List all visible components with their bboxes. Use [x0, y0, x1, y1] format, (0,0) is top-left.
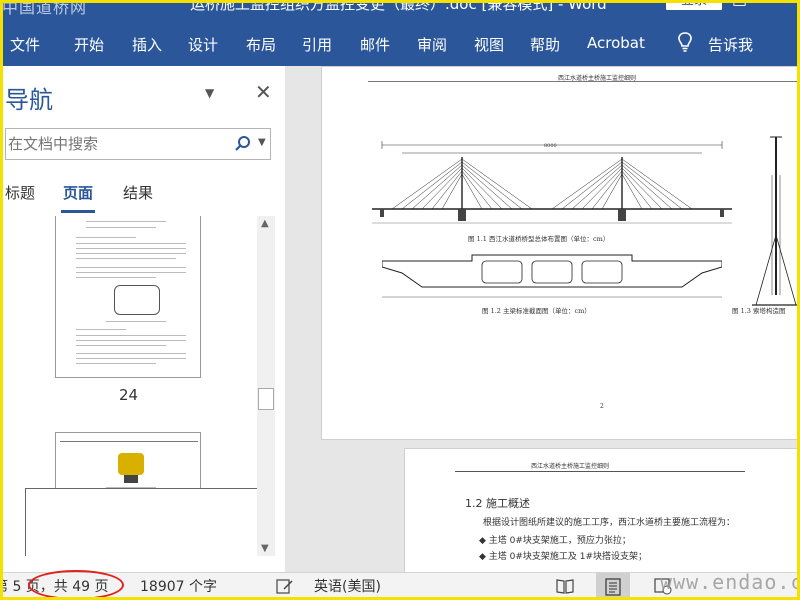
tab-acrobat[interactable]: Acrobat — [587, 34, 645, 52]
dimension-label: 8000 — [544, 143, 557, 149]
tab-help[interactable]: 帮助 — [530, 34, 560, 55]
sign-in-button[interactable]: 登录 — [666, 0, 722, 10]
search-options-icon[interactable]: ▼ — [258, 137, 266, 148]
print-layout-button[interactable] — [596, 573, 630, 600]
watermark-logo: 中国道桥网 — [2, 0, 88, 17]
page-thumbnail[interactable] — [25, 488, 261, 556]
tab-home[interactable]: 开始 — [74, 34, 104, 55]
figure-caption-1-3: 图 1.3 索塔构造图 — [732, 307, 786, 315]
tab-view[interactable]: 视图 — [474, 34, 504, 55]
tell-me-search[interactable]: 告诉我 — [708, 34, 753, 55]
proofing-icon[interactable] — [276, 577, 294, 595]
tab-results[interactable]: 结果 — [123, 182, 153, 203]
page-number: 2 — [600, 403, 604, 410]
lightbulb-icon[interactable] — [676, 32, 694, 52]
window-title: 运桥施工监控组织方监控变更（最终）.doc [兼容模式] - Word — [190, 0, 607, 13]
tab-design[interactable]: 设计 — [188, 34, 218, 55]
page-header: 西江水道桥主桥施工监控细则 — [531, 463, 610, 470]
watermark-text: www.endao.com — [660, 570, 800, 594]
figure-caption-1-1: 图 1.1 西江水道桥桥型总体布置图（单位：cm） — [468, 235, 610, 243]
read-mode-icon[interactable] — [556, 577, 574, 595]
tab-review[interactable]: 审阅 — [417, 34, 447, 55]
tab-file[interactable]: 文件 — [10, 34, 40, 55]
section-heading: 1.2 施工概述 — [465, 497, 530, 510]
title-bar: 中国道桥网 运桥施工监控组织方监控变更（最终）.doc [兼容模式] - Wor… — [0, 0, 800, 18]
figure-caption-1-2: 图 1.2 主梁标准截面图（单位：cm） — [482, 307, 591, 315]
scroll-up-icon[interactable]: ▲ — [261, 218, 269, 229]
scroll-thumb[interactable] — [258, 388, 274, 410]
thumbnail-scrollbar[interactable]: ▲ ▼ — [257, 216, 275, 556]
print-layout-icon — [605, 578, 621, 596]
red-annotation-circle — [28, 570, 124, 600]
active-tab-indicator — [61, 210, 95, 213]
word-count-status[interactable]: 18907 个字 — [140, 576, 217, 596]
bullet-item: ◆ 主塔 0#块支架施工，预应力张拉； — [479, 536, 631, 546]
tab-insert[interactable]: 插入 — [132, 34, 162, 55]
navigation-pane: 导航 ▼ ✕ ▼ 标题 页面 结果 — [3, 66, 285, 572]
ribbon-display-options-icon[interactable]: ▭ — [732, 0, 747, 11]
tab-mailings[interactable]: 邮件 — [360, 34, 390, 55]
document-page[interactable]: 西江水道桥主桥施工监控细则 8000 图 1.1 西江水道桥桥型总体布置图（单位… — [321, 66, 797, 440]
tab-layout[interactable]: 布局 — [246, 34, 276, 55]
tower-drawing — [752, 136, 797, 306]
tab-pages[interactable]: 页面 — [63, 182, 93, 203]
tab-references[interactable]: 引用 — [302, 34, 332, 55]
document-area: 西江水道桥主桥施工监控细则 8000 图 1.1 西江水道桥桥型总体布置图（单位… — [286, 66, 797, 572]
paragraph-text: 根据设计图纸所建议的施工工序，西江水道桥主要施工流程为： — [483, 518, 736, 528]
search-input[interactable] — [8, 133, 228, 155]
pane-options-icon[interactable]: ▼ — [205, 86, 214, 100]
bullet-item: ◆ 主塔 0#块支架施工及 1#块搭设支架； — [479, 552, 648, 562]
girder-section-drawing — [382, 254, 722, 298]
ribbon-tabs: 文件 开始 插入 设计 布局 引用 邮件 审阅 视图 帮助 Acrobat 告诉… — [0, 18, 800, 66]
document-page[interactable]: 西江水道桥主桥施工监控细则 1.2 施工概述 根据设计图纸所建议的施工工序，西江… — [404, 448, 797, 572]
tab-headings[interactable]: 标题 — [5, 182, 35, 203]
navigation-title: 导航 — [5, 86, 53, 114]
page-thumbnail[interactable] — [55, 216, 201, 378]
thumbnail-page-number: 24 — [119, 386, 139, 404]
language-status[interactable]: 英语(美国) — [314, 576, 381, 596]
close-icon[interactable]: ✕ — [255, 80, 272, 104]
page-thumbnails: 24 — [3, 216, 261, 556]
search-icon[interactable] — [234, 135, 252, 153]
scroll-down-icon[interactable]: ▼ — [261, 543, 269, 554]
search-box: ▼ — [5, 128, 271, 160]
